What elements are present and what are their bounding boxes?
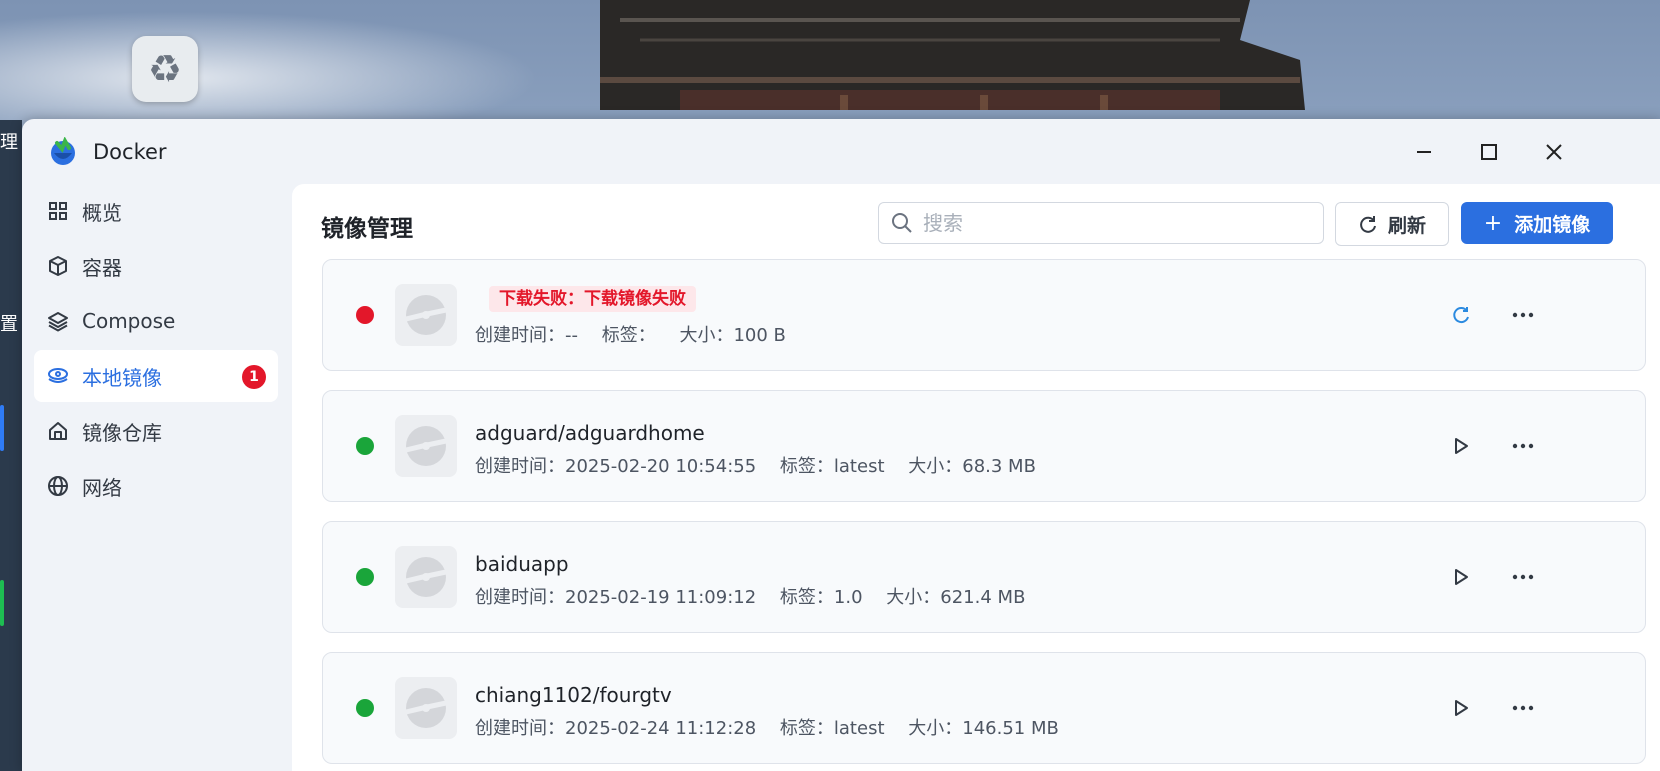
page-title: 镜像管理 [321,216,413,242]
refresh-label: 刷新 [1387,214,1426,237]
more-icon [1512,312,1534,318]
image-size: 大小：68.3 MB [908,456,1036,477]
image-meta: 创建时间：-- 标签： 大小：100 B [475,321,804,347]
status-dot-ok [356,568,374,586]
image-meta: 创建时间：2025-02-19 11:09:12 标签：1.0 大小：621.4… [475,583,1043,609]
status-dot-ok [356,437,374,455]
sidebar-item-local-images[interactable]: 本地镜像 1 [34,350,278,402]
image-tag: 标签：1.0 [779,587,863,608]
image-disc-icon [395,415,457,477]
run-button[interactable] [1444,429,1478,463]
close-button[interactable] [1537,135,1571,169]
sidebar-item-compose[interactable]: Compose [34,295,278,347]
add-image-button[interactable]: + 添加镜像 [1461,202,1613,244]
grid-icon [46,199,70,223]
more-button[interactable] [1506,560,1540,594]
more-icon [1512,443,1534,449]
refresh-button[interactable]: 刷新 [1335,202,1449,246]
more-button[interactable] [1506,429,1540,463]
more-icon [1512,705,1534,711]
status-dot-error [356,306,374,324]
sidebar-item-label: 网络 [82,475,122,500]
sidebar: 概览 容器 Compose 本地镜像 1 镜像仓库 网络 [22,185,292,515]
titlebar: Docker [22,119,1660,185]
image-card[interactable]: 下载失败：下载镜像失败 创建时间：-- 标签： 大小：100 B [322,259,1646,371]
desktop-app-indicator [0,580,4,626]
more-button[interactable] [1506,691,1540,725]
minimize-icon [1417,151,1431,153]
image-size: 大小：621.4 MB [886,587,1026,608]
status-dot-ok [356,699,374,717]
sidebar-item-label: 容器 [82,255,122,280]
sidebar-item-label: 本地镜像 [82,365,162,390]
more-button[interactable] [1506,298,1540,332]
minimize-button[interactable] [1407,135,1441,169]
notification-badge: 1 [242,365,266,389]
sidebar-item-containers[interactable]: 容器 [34,240,278,292]
maximize-icon [1481,144,1497,160]
more-icon [1512,574,1534,580]
image-card[interactable]: chiang1102/fourgtv 创建时间：2025-02-24 11:12… [322,652,1646,764]
maximize-button[interactable] [1472,135,1506,169]
refresh-icon [1360,216,1376,233]
image-tag: 标签：latest [779,456,885,477]
sidebar-item-registry[interactable]: 镜像仓库 [34,405,278,457]
eye-icon [46,364,70,388]
run-button[interactable] [1444,560,1478,594]
globe-icon [46,474,70,498]
temple-roof-image [600,0,1305,110]
image-name: chiang1102/fourgtv [475,683,672,707]
cube-icon [46,254,70,278]
image-size: 大小：100 B [679,325,786,346]
retry-button[interactable] [1444,298,1478,332]
created-time: 创建时间：-- [475,325,578,346]
created-time: 创建时间：2025-02-20 10:54:55 [475,456,757,477]
desktop-label-fragment: 理 [0,132,18,153]
play-icon [1455,438,1468,454]
play-icon [1455,700,1468,716]
recycle-bin-icon[interactable]: ♻ [132,36,198,102]
image-name: adguard/adguardhome [475,421,705,445]
play-icon [1455,569,1468,585]
created-time: 创建时间：2025-02-24 11:12:28 [475,718,757,739]
error-tag: 下载失败：下载镜像失败 [489,286,696,312]
image-size: 大小：146.51 MB [908,718,1059,739]
search-input[interactable] [921,210,1305,236]
sidebar-item-label: 镜像仓库 [82,420,162,445]
retry-icon [1453,307,1469,324]
image-meta: 创建时间：2025-02-24 11:12:28 标签：latest 大小：14… [475,714,1077,740]
close-icon [1546,144,1562,160]
search-icon [892,213,912,233]
cloud [0,0,600,130]
desktop-app-indicator [0,405,4,451]
home-icon [46,419,70,443]
window-title: Docker [93,140,167,164]
image-disc-icon [395,677,457,739]
image-meta: 创建时间：2025-02-20 10:54:55 标签：latest 大小：68… [475,452,1054,478]
docker-window: Docker 概览 容器 Compose 本地镜像 1 镜像仓库 网络 镜像管理… [22,119,1660,771]
image-disc-icon [395,284,457,346]
search-box[interactable] [878,202,1324,244]
sidebar-item-overview[interactable]: 概览 [34,185,278,237]
main-panel: 镜像管理 刷新 + 添加镜像 下载失败：下载镜像失败 创建时间：-- 标签： 大… [292,184,1660,771]
add-image-label: 添加镜像 [1514,213,1591,236]
created-time: 创建时间：2025-02-19 11:09:12 [475,587,757,608]
image-tag: 标签： [601,325,656,346]
image-tag: 标签：latest [779,718,885,739]
docker-logo-icon [51,137,75,165]
sidebar-item-label: Compose [82,309,176,333]
run-button[interactable] [1444,691,1478,725]
image-card[interactable]: baiduapp 创建时间：2025-02-19 11:09:12 标签：1.0… [322,521,1646,633]
desktop-label-fragment: 置 [0,314,18,335]
sidebar-item-label: 概览 [82,200,122,225]
sidebar-item-network[interactable]: 网络 [34,460,278,512]
image-name: baiduapp [475,552,569,576]
image-disc-icon [395,546,457,608]
image-card[interactable]: adguard/adguardhome 创建时间：2025-02-20 10:5… [322,390,1646,502]
plus-icon: + [1483,210,1503,236]
layers-icon [46,309,70,333]
